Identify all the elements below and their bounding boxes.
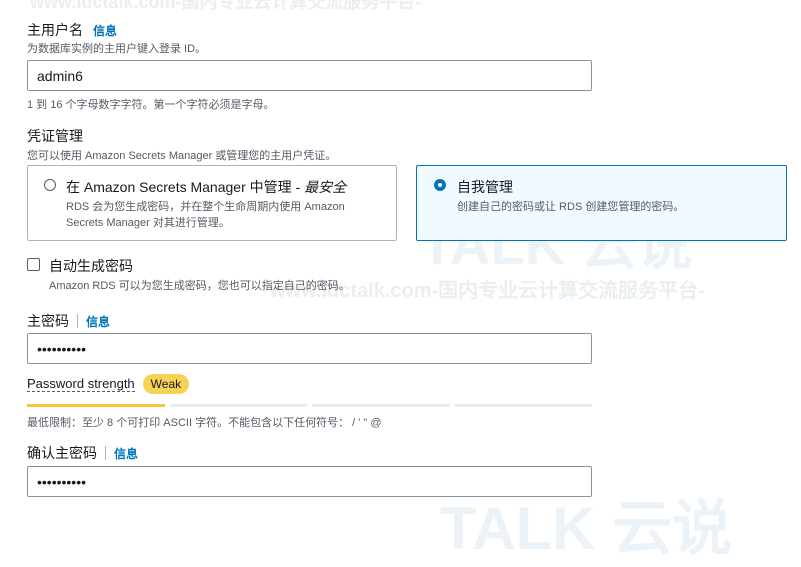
credentials-label: 凭证管理 [27,128,83,144]
master-username-description: 为数据库实例的主用户键入登录 ID。 [27,43,207,55]
option-secrets-manager-card[interactable]: 在 Amazon Secrets Manager 中管理 - 最安全 RDS 会… [27,165,397,241]
option-secrets-manager-title: 在 Amazon Secrets Manager 中管理 - 最安全 [66,179,347,195]
password-strength-row: Password strength Weak [27,374,190,394]
confirm-password-header: 确认主密码 信息 [27,443,138,463]
option-self-managed-card[interactable]: 自我管理 创建自己的密码或让 RDS 创建您管理的密码。 [416,165,787,241]
option-self-managed-radio[interactable] [434,179,446,191]
password-strength-label: Password strength [27,376,135,392]
watermark-top: www.idctalk.com-国内专业云计算交流服务平台- [30,0,422,12]
auto-generate-label[interactable]: 自动生成密码 [49,256,133,276]
master-password-value: •••••••••• [37,340,87,357]
confirm-password-info-link[interactable]: 信息 [114,445,138,462]
master-username-label: 主用户名 [27,22,83,38]
option-secrets-manager-desc-line2: Secrets Manager 对其进行管理。 [66,217,230,229]
strength-segment-1 [27,404,165,407]
header-separator [105,446,106,460]
header-separator [77,314,78,328]
credentials-description: 您可以使用 Amazon Secrets Manager 或管理您的主用户凭证。 [27,150,337,162]
master-password-input[interactable]: •••••••••• [27,333,592,364]
confirm-password-value: •••••••••• [37,473,87,490]
confirm-password-input[interactable]: •••••••••• [27,466,592,497]
auto-generate-checkbox[interactable] [27,258,40,271]
strength-segment-4 [454,404,592,407]
master-password-constraint: 最低限制：至少 8 个可打印 ASCII 字符。不能包含以下任何符号： / ' … [27,417,382,429]
password-strength-meter [27,404,592,407]
password-strength-badge: Weak [142,374,190,394]
option-self-managed-desc: 创建自己的密码或让 RDS 创建您管理的密码。 [457,201,685,213]
master-password-info-link[interactable]: 信息 [86,313,110,330]
strength-segment-3 [312,404,450,407]
option-self-managed-title: 自我管理 [457,179,513,195]
master-username-input[interactable]: admin6 [27,60,592,91]
master-username-info-link[interactable]: 信息 [93,22,117,39]
option-secrets-manager-desc-line1: RDS 会为您生成密码，并在整个生命周期内使用 Amazon [66,201,345,213]
master-username-header: 主用户名 信息 [27,20,117,40]
confirm-password-label: 确认主密码 [27,445,97,461]
strength-segment-2 [169,404,307,407]
master-username-value: admin6 [37,67,83,84]
master-password-header: 主密码 信息 [27,311,110,331]
master-username-constraint: 1 到 16 个字母数字字符。第一个字符必须是字母。 [27,99,275,111]
master-password-label: 主密码 [27,313,69,329]
auto-generate-description: Amazon RDS 可以为您生成密码，您也可以指定自己的密码。 [49,280,350,292]
option-secrets-manager-radio[interactable] [44,179,56,191]
